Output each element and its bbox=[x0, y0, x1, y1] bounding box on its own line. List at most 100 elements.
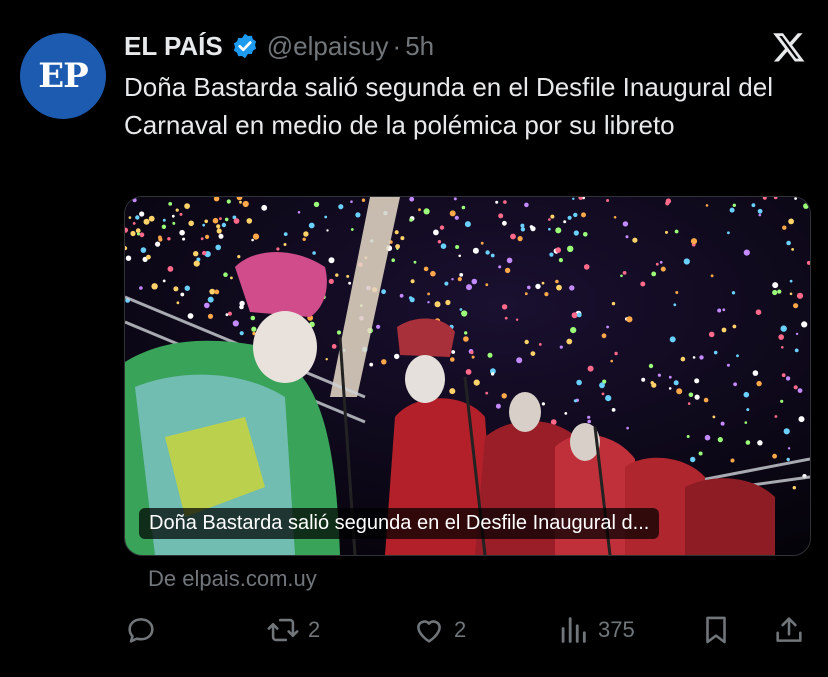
light-dot bbox=[717, 308, 722, 313]
light-dot bbox=[729, 207, 735, 213]
light-dot bbox=[614, 351, 618, 356]
light-dot bbox=[778, 334, 784, 340]
light-dot bbox=[148, 215, 155, 222]
light-dot bbox=[712, 415, 716, 419]
like-count: 2 bbox=[454, 617, 467, 642]
light-dot bbox=[688, 392, 694, 398]
light-dot bbox=[757, 440, 763, 446]
light-dot bbox=[726, 363, 730, 367]
avatar-logo-text: EP bbox=[38, 56, 88, 96]
light-dot bbox=[674, 229, 679, 234]
light-dot bbox=[328, 278, 334, 284]
light-dot bbox=[606, 325, 609, 329]
light-dot bbox=[794, 348, 799, 353]
light-dot bbox=[187, 313, 194, 319]
light-dot bbox=[752, 370, 759, 376]
light-dot bbox=[242, 200, 249, 208]
light-dot bbox=[143, 218, 150, 225]
light-dot bbox=[466, 284, 472, 291]
light-dot bbox=[555, 247, 561, 253]
bookmark-button[interactable] bbox=[699, 610, 741, 650]
light-dot bbox=[139, 211, 145, 217]
light-dot bbox=[502, 220, 507, 226]
light-dot bbox=[200, 237, 204, 241]
light-dot bbox=[409, 218, 413, 222]
light-dot bbox=[251, 238, 254, 242]
action-bar: 2 2 375 bbox=[124, 610, 808, 650]
light-dot bbox=[548, 218, 551, 221]
card-source[interactable]: De elpais.com.uy bbox=[148, 566, 317, 592]
light-dot bbox=[587, 415, 591, 419]
light-dot bbox=[781, 373, 786, 378]
retweet-button[interactable]: 2 bbox=[266, 610, 320, 650]
light-dot bbox=[745, 440, 751, 445]
light-dot bbox=[239, 200, 242, 204]
light-dot bbox=[445, 299, 451, 306]
light-dot bbox=[151, 283, 158, 290]
light-dot bbox=[501, 304, 508, 310]
reply-icon bbox=[128, 618, 154, 643]
light-dot bbox=[381, 289, 386, 295]
light-dot bbox=[703, 397, 709, 403]
avatar[interactable]: EP bbox=[20, 33, 106, 119]
reply-button[interactable] bbox=[124, 610, 166, 650]
light-dot bbox=[167, 237, 171, 241]
light-dot bbox=[132, 198, 137, 203]
light-dot bbox=[786, 240, 791, 246]
light-dot bbox=[498, 213, 504, 219]
light-dot bbox=[758, 213, 762, 217]
light-dot bbox=[705, 204, 709, 207]
light-dot bbox=[704, 434, 711, 441]
light-dot bbox=[216, 224, 221, 229]
light-dot bbox=[524, 202, 529, 208]
light-dot bbox=[439, 225, 445, 230]
light-dot bbox=[162, 279, 166, 283]
light-dot bbox=[626, 316, 633, 323]
link-card[interactable]: Doña Bastarda salió segunda en el Desfil… bbox=[124, 196, 811, 556]
like-icon bbox=[417, 620, 441, 643]
light-dot bbox=[613, 216, 617, 219]
light-dot bbox=[470, 350, 474, 355]
light-dot bbox=[168, 202, 173, 206]
light-dot bbox=[227, 311, 232, 316]
x-logo-icon[interactable] bbox=[772, 30, 806, 64]
like-button[interactable]: 2 bbox=[412, 610, 466, 650]
light-dot bbox=[694, 394, 700, 400]
light-dot bbox=[699, 355, 704, 360]
light-dot bbox=[641, 377, 646, 382]
light-dot bbox=[675, 291, 679, 294]
light-dot bbox=[459, 273, 464, 277]
light-dot bbox=[458, 254, 462, 258]
share-button[interactable] bbox=[772, 610, 814, 650]
light-dot bbox=[611, 301, 616, 306]
light-dot bbox=[501, 393, 507, 399]
light-dot bbox=[219, 217, 222, 220]
bookmark-icon bbox=[706, 616, 726, 644]
light-dot bbox=[587, 365, 594, 372]
light-dot bbox=[223, 272, 228, 277]
light-dot bbox=[451, 350, 456, 354]
light-dot bbox=[610, 359, 613, 363]
author-handle[interactable]: @elpaisuy bbox=[267, 31, 389, 62]
light-dot bbox=[665, 230, 668, 234]
light-dot bbox=[569, 285, 575, 291]
light-dot bbox=[328, 257, 335, 264]
light-dot bbox=[772, 282, 779, 289]
author-name[interactable]: EL PAÍS bbox=[124, 31, 223, 62]
light-dot bbox=[772, 453, 777, 459]
light-dot bbox=[209, 288, 216, 295]
light-dot bbox=[495, 200, 499, 204]
light-dot bbox=[622, 271, 627, 275]
light-dot bbox=[605, 395, 612, 402]
light-dot bbox=[261, 204, 268, 211]
views-button[interactable]: 375 bbox=[556, 610, 635, 650]
light-dot bbox=[212, 217, 219, 224]
light-dot bbox=[325, 358, 328, 361]
light-dot bbox=[668, 375, 672, 379]
verified-badge-icon bbox=[233, 33, 256, 59]
light-dot bbox=[346, 274, 350, 278]
light-dot bbox=[690, 238, 698, 245]
timestamp[interactable]: 5h bbox=[405, 31, 434, 62]
light-dot bbox=[297, 211, 301, 214]
light-dot bbox=[423, 266, 429, 272]
